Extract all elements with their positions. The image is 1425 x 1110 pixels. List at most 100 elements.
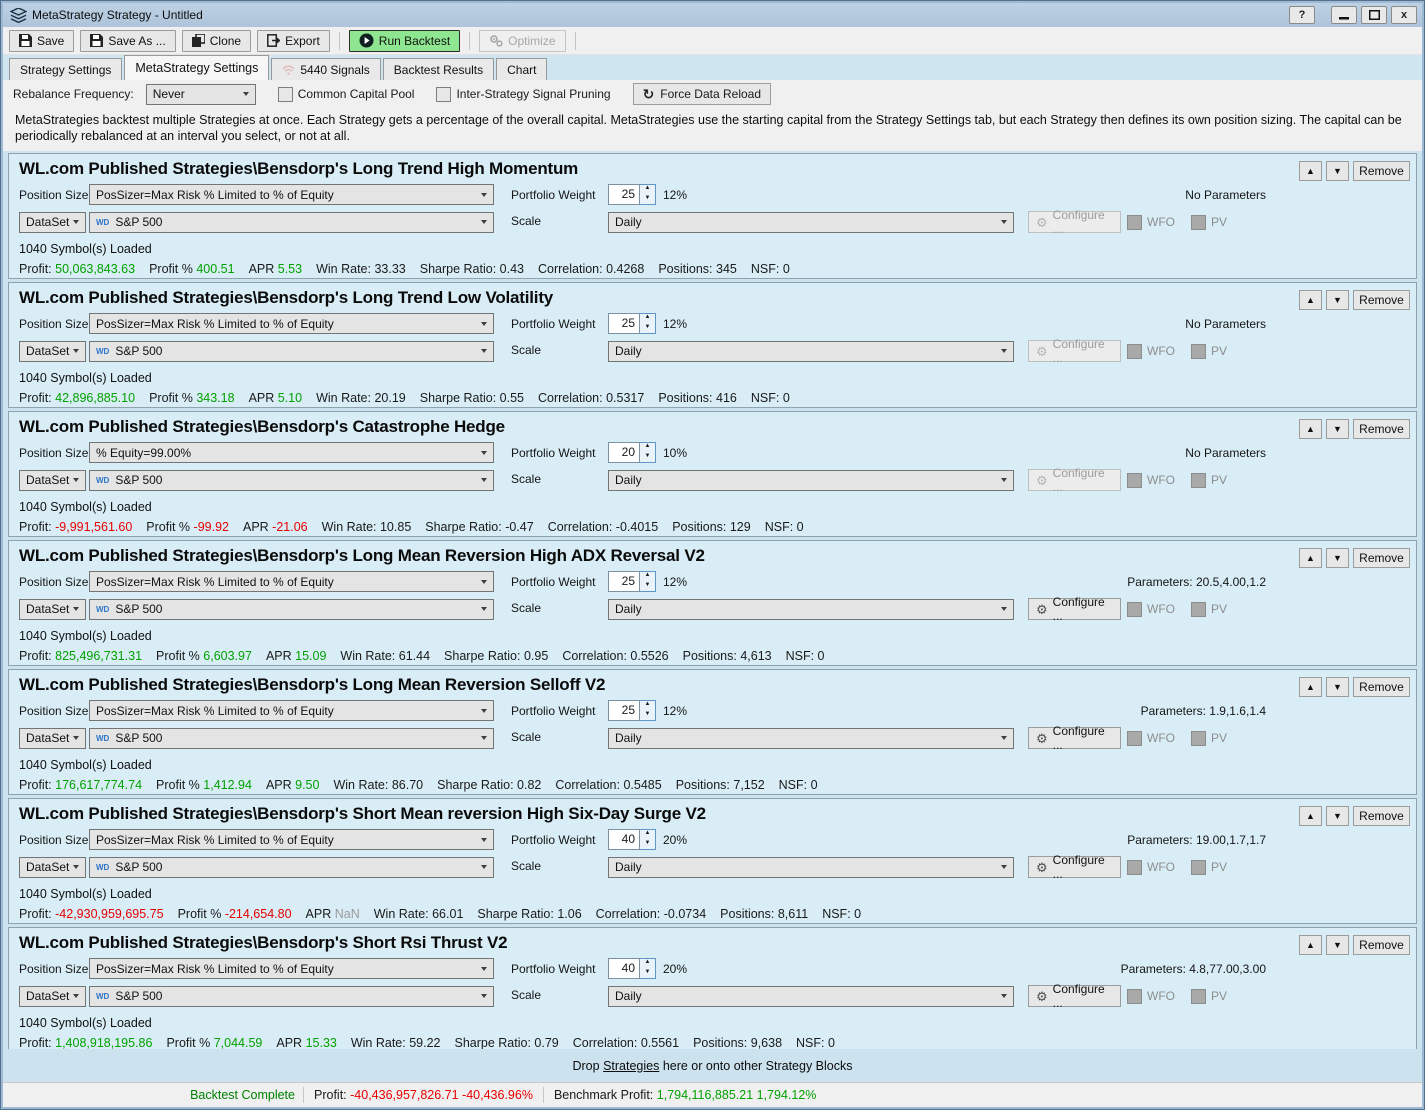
remove-button[interactable]: Remove: [1353, 677, 1410, 697]
data-source-select[interactable]: WD S&P 500: [89, 728, 494, 749]
move-up-button[interactable]: ▲: [1299, 677, 1322, 697]
pv-checkbox[interactable]: [1191, 860, 1206, 875]
portfolio-weight-input[interactable]: 25: [608, 700, 640, 721]
force-data-reload-button[interactable]: ↻ Force Data Reload: [633, 83, 771, 105]
portfolio-weight-stepper[interactable]: 25 ▲ ▼: [608, 184, 656, 205]
tab-signals[interactable]: 5440 Signals: [271, 58, 380, 80]
wfo-checkbox[interactable]: [1127, 860, 1142, 875]
export-button[interactable]: Export: [257, 30, 330, 52]
dataset-select[interactable]: DataSet: [19, 341, 86, 362]
remove-button[interactable]: Remove: [1353, 419, 1410, 439]
tab-strategy-settings[interactable]: Strategy Settings: [9, 58, 122, 80]
move-down-button[interactable]: ▼: [1326, 677, 1349, 697]
remove-button[interactable]: Remove: [1353, 806, 1410, 826]
scale-select[interactable]: Daily: [608, 599, 1014, 620]
wfo-checkbox[interactable]: [1127, 731, 1142, 746]
strategies-link[interactable]: Strategies: [603, 1059, 659, 1073]
stepper-down-button[interactable]: ▼: [640, 324, 655, 334]
stepper-up-button[interactable]: ▲: [640, 830, 655, 840]
help-button[interactable]: ?: [1289, 6, 1315, 24]
move-up-button[interactable]: ▲: [1299, 806, 1322, 826]
move-down-button[interactable]: ▼: [1326, 290, 1349, 310]
position-size-select[interactable]: PosSizer=Max Risk % Limited to % of Equi…: [89, 571, 494, 592]
data-source-select[interactable]: WD S&P 500: [89, 599, 494, 620]
run-backtest-button[interactable]: Run Backtest: [349, 30, 460, 52]
dataset-select[interactable]: DataSet: [19, 986, 86, 1007]
portfolio-weight-input[interactable]: 25: [608, 184, 640, 205]
stepper-up-button[interactable]: ▲: [640, 701, 655, 711]
dataset-select[interactable]: DataSet: [19, 728, 86, 749]
save-button[interactable]: Save: [9, 30, 74, 52]
move-down-button[interactable]: ▼: [1326, 419, 1349, 439]
clone-button[interactable]: Clone: [182, 30, 251, 52]
configure-button[interactable]: ⚙ Configure ...: [1028, 469, 1121, 491]
portfolio-weight-stepper[interactable]: 20 ▲ ▼: [608, 442, 656, 463]
remove-button[interactable]: Remove: [1353, 935, 1410, 955]
data-source-select[interactable]: WD S&P 500: [89, 986, 494, 1007]
move-down-button[interactable]: ▼: [1326, 935, 1349, 955]
configure-button[interactable]: ⚙ Configure ...: [1028, 598, 1121, 620]
data-source-select[interactable]: WD S&P 500: [89, 470, 494, 491]
tab-metastrategy-settings[interactable]: MetaStrategy Settings: [124, 55, 269, 80]
common-capital-pool-checkbox[interactable]: [278, 87, 293, 102]
stepper-up-button[interactable]: ▲: [640, 572, 655, 582]
data-source-select[interactable]: WD S&P 500: [89, 212, 494, 233]
stepper-up-button[interactable]: ▲: [640, 314, 655, 324]
save-as-button[interactable]: Save As ...: [80, 30, 175, 52]
tab-chart[interactable]: Chart: [496, 58, 547, 80]
scale-select[interactable]: Daily: [608, 728, 1014, 749]
stepper-down-button[interactable]: ▼: [640, 582, 655, 592]
pv-checkbox[interactable]: [1191, 215, 1206, 230]
dataset-select[interactable]: DataSet: [19, 212, 86, 233]
portfolio-weight-input[interactable]: 25: [608, 313, 640, 334]
portfolio-weight-stepper[interactable]: 25 ▲ ▼: [608, 700, 656, 721]
portfolio-weight-stepper[interactable]: 25 ▲ ▼: [608, 313, 656, 334]
pv-checkbox[interactable]: [1191, 602, 1206, 617]
portfolio-weight-input[interactable]: 25: [608, 571, 640, 592]
remove-button[interactable]: Remove: [1353, 290, 1410, 310]
portfolio-weight-stepper[interactable]: 40 ▲ ▼: [608, 958, 656, 979]
position-size-select[interactable]: PosSizer=Max Risk % Limited to % of Equi…: [89, 829, 494, 850]
move-down-button[interactable]: ▼: [1326, 161, 1349, 181]
portfolio-weight-input[interactable]: 40: [608, 829, 640, 850]
stepper-down-button[interactable]: ▼: [640, 969, 655, 979]
position-size-select[interactable]: PosSizer=Max Risk % Limited to % of Equi…: [89, 700, 494, 721]
move-up-button[interactable]: ▲: [1299, 290, 1322, 310]
move-up-button[interactable]: ▲: [1299, 935, 1322, 955]
stepper-down-button[interactable]: ▼: [640, 453, 655, 463]
position-size-select[interactable]: PosSizer=Max Risk % Limited to % of Equi…: [89, 313, 494, 334]
portfolio-weight-stepper[interactable]: 40 ▲ ▼: [608, 829, 656, 850]
portfolio-weight-input[interactable]: 40: [608, 958, 640, 979]
data-source-select[interactable]: WD S&P 500: [89, 857, 494, 878]
configure-button[interactable]: ⚙ Configure ...: [1028, 727, 1121, 749]
stepper-down-button[interactable]: ▼: [640, 840, 655, 850]
data-source-select[interactable]: WD S&P 500: [89, 341, 494, 362]
move-up-button[interactable]: ▲: [1299, 161, 1322, 181]
remove-button[interactable]: Remove: [1353, 161, 1410, 181]
configure-button[interactable]: ⚙ Configure ...: [1028, 211, 1121, 233]
portfolio-weight-input[interactable]: 20: [608, 442, 640, 463]
stepper-up-button[interactable]: ▲: [640, 959, 655, 969]
dataset-select[interactable]: DataSet: [19, 470, 86, 491]
pv-checkbox[interactable]: [1191, 989, 1206, 1004]
position-size-select[interactable]: PosSizer=Max Risk % Limited to % of Equi…: [89, 958, 494, 979]
close-button[interactable]: x: [1391, 6, 1417, 24]
configure-button[interactable]: ⚙ Configure ...: [1028, 985, 1121, 1007]
stepper-down-button[interactable]: ▼: [640, 195, 655, 205]
position-size-select[interactable]: PosSizer=Max Risk % Limited to % of Equi…: [89, 184, 494, 205]
pv-checkbox[interactable]: [1191, 731, 1206, 746]
stepper-down-button[interactable]: ▼: [640, 711, 655, 721]
pv-checkbox[interactable]: [1191, 344, 1206, 359]
dataset-select[interactable]: DataSet: [19, 599, 86, 620]
scale-select[interactable]: Daily: [608, 341, 1014, 362]
pv-checkbox[interactable]: [1191, 473, 1206, 488]
scale-select[interactable]: Daily: [608, 857, 1014, 878]
scale-select[interactable]: Daily: [608, 986, 1014, 1007]
position-size-select[interactable]: % Equity=99.00%: [89, 442, 494, 463]
configure-button[interactable]: ⚙ Configure ...: [1028, 340, 1121, 362]
maximize-button[interactable]: [1361, 6, 1387, 24]
stepper-up-button[interactable]: ▲: [640, 443, 655, 453]
scale-select[interactable]: Daily: [608, 212, 1014, 233]
wfo-checkbox[interactable]: [1127, 989, 1142, 1004]
move-up-button[interactable]: ▲: [1299, 548, 1322, 568]
